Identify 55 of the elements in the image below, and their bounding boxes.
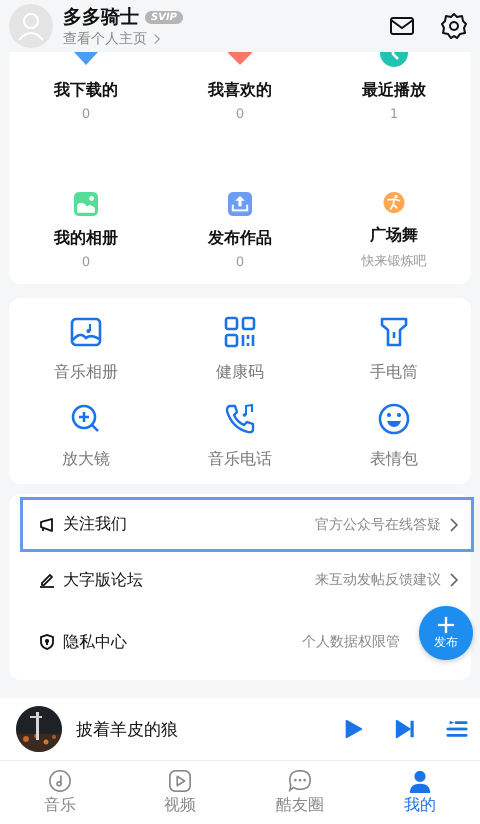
shield-icon xyxy=(39,634,55,650)
stat-label[interactable]: 广场舞 xyxy=(370,225,418,246)
stat-label[interactable]: 最近播放 xyxy=(362,80,426,101)
stat-label[interactable]: 我喜欢的 xyxy=(208,80,272,101)
tool-label[interactable]: 健康码 xyxy=(216,362,264,383)
qr-code-icon[interactable] xyxy=(224,316,256,348)
nav-tab[interactable]: 视频 xyxy=(120,761,240,824)
tool-label[interactable]: 音乐相册 xyxy=(54,362,118,383)
menu-row[interactable]: 关注我们 官方公众号在线答疑 xyxy=(20,497,474,552)
pen-icon xyxy=(39,572,55,588)
vip-badge: SVIP xyxy=(145,10,183,24)
stat-value: 1 xyxy=(390,107,398,122)
stat-value: 0 xyxy=(236,107,244,122)
phone-music-icon[interactable] xyxy=(224,403,256,435)
playlist-icon[interactable] xyxy=(446,718,468,740)
song-title: 披着羊皮的狼 xyxy=(76,718,179,740)
menu-row[interactable]: 隐私中心 个人数据权限管 xyxy=(20,614,415,670)
tool-label[interactable]: 放大镜 xyxy=(62,449,110,470)
upload-icon[interactable] xyxy=(225,192,255,216)
stat-value: 快来锻炼吧 xyxy=(362,253,426,270)
profile-link[interactable]: 查看个人主页 xyxy=(63,30,147,48)
stat-label[interactable]: 我的相册 xyxy=(54,228,118,249)
music-picture-icon[interactable] xyxy=(70,316,102,348)
tool-label[interactable]: 音乐电话 xyxy=(208,449,272,470)
heart-icon[interactable] xyxy=(225,52,255,68)
menu-label: 关注我们 xyxy=(63,514,128,535)
tool-label[interactable]: 手电筒 xyxy=(370,362,418,383)
chat-icon xyxy=(288,769,312,793)
smiley-icon[interactable] xyxy=(378,403,410,435)
menu-hint: 来互动发帖反馈建议 xyxy=(315,571,441,589)
menu-hint: 官方公众号在线答疑 xyxy=(315,516,441,534)
flashlight-icon[interactable] xyxy=(378,316,410,348)
publish-button[interactable]: 发布 xyxy=(419,606,473,660)
plus-icon xyxy=(437,616,455,634)
megaphone-icon xyxy=(39,516,55,532)
stat-value: 0 xyxy=(236,255,244,270)
next-track-icon[interactable] xyxy=(394,718,416,740)
stat-label[interactable]: 我下载的 xyxy=(54,80,118,101)
settings-icon[interactable] xyxy=(440,12,468,40)
person-icon xyxy=(408,769,432,793)
nav-tab[interactable]: 音乐 xyxy=(0,761,120,824)
music-note-icon xyxy=(48,769,72,793)
play-video-icon xyxy=(168,769,192,793)
menu-label: 大字版论坛 xyxy=(63,570,144,590)
user-name: 多多骑士 xyxy=(63,5,139,30)
stat-value: 0 xyxy=(82,107,90,122)
stat-label[interactable]: 发布作品 xyxy=(208,228,272,249)
nav-tab[interactable]: 我的 xyxy=(360,761,480,824)
stat-value: 0 xyxy=(82,255,90,270)
menu-label: 隐私中心 xyxy=(63,632,128,652)
menu-hint: 个人数据权限管 xyxy=(302,633,400,651)
menu-row[interactable]: 大字版论坛 来互动发帖反馈建议 xyxy=(20,552,474,608)
tool-label[interactable]: 表情包 xyxy=(370,449,418,470)
chevron-icon xyxy=(153,33,161,45)
nav-tab[interactable]: 酷友圈 xyxy=(240,761,360,824)
